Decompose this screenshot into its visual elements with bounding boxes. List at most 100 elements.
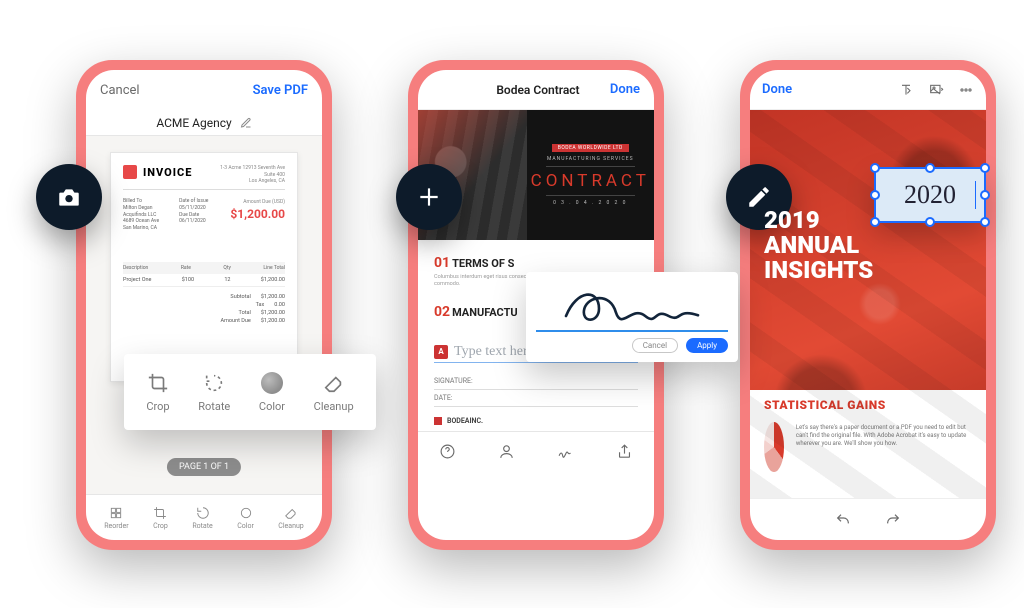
crop-icon xyxy=(147,372,169,394)
profile-button[interactable] xyxy=(498,443,515,464)
date-label: DATE: xyxy=(434,390,638,407)
rotate-icon xyxy=(196,506,210,520)
section-paragraph: Let's say there's a paper document or a … xyxy=(796,424,972,498)
more-icon[interactable] xyxy=(958,82,974,98)
tool-cleanup[interactable]: Cleanup xyxy=(314,372,354,413)
handle-br[interactable] xyxy=(980,217,990,227)
edit-text-selection[interactable]: 2020 xyxy=(874,167,986,223)
bottom-nav: Reorder Crop Rotate Color Cleanup xyxy=(86,494,322,540)
bottom-nav xyxy=(418,431,654,475)
th-total: Line Total xyxy=(263,265,285,271)
help-icon xyxy=(439,443,456,460)
reorder-icon xyxy=(109,506,123,520)
handle-tr[interactable] xyxy=(980,163,990,173)
totals: Subtotal$1,200.00 Tax0.00 Total$1,200.00… xyxy=(123,293,285,325)
signature-apply[interactable]: Apply xyxy=(686,338,728,353)
signature-canvas[interactable] xyxy=(536,280,728,332)
save-pdf-button[interactable]: Save PDF xyxy=(253,83,308,98)
billed-to: Billed To Milton Degan Acquifinds LLC 46… xyxy=(123,198,159,232)
invoice-logo-icon xyxy=(123,165,137,179)
help-button[interactable] xyxy=(439,443,456,464)
color-swatch-icon xyxy=(261,372,283,394)
tool-rotate[interactable]: Rotate xyxy=(198,372,230,413)
done-button[interactable]: Done xyxy=(610,82,640,97)
document-title: ACME Agency xyxy=(156,116,231,130)
share-icon xyxy=(616,443,633,460)
undo-redo-bar xyxy=(750,498,986,540)
brand-mark-icon xyxy=(434,417,442,425)
fab-camera[interactable] xyxy=(36,164,102,230)
image-tool-icon[interactable] xyxy=(928,82,944,98)
nav-cleanup[interactable]: Cleanup xyxy=(278,506,303,530)
nav-rotate[interactable]: Rotate xyxy=(192,506,212,530)
cover-title: 2019 ANNUAL INSIGHTS xyxy=(764,208,873,284)
nav-reorder[interactable]: Reorder xyxy=(104,506,128,530)
section-heading: STATISTICAL GAINS xyxy=(764,398,886,412)
handle-mt[interactable] xyxy=(925,163,935,173)
signature-fields: SIGNATURE: DATE: xyxy=(418,363,654,407)
hero-badge: BODEA WORLDWIDE LTD xyxy=(552,144,629,152)
profile-icon xyxy=(498,443,515,460)
invoice-title: INVOICE xyxy=(143,166,192,179)
th-desc: Description xyxy=(123,265,148,271)
acrobat-icon: A xyxy=(434,345,448,359)
topbar: Done xyxy=(750,70,986,110)
text-tool-icon[interactable] xyxy=(898,82,914,98)
fab-add[interactable] xyxy=(396,164,462,230)
crop-icon xyxy=(153,506,167,520)
color-icon xyxy=(239,506,253,520)
nav-color[interactable]: Color xyxy=(237,506,254,530)
sign-button[interactable] xyxy=(557,443,574,464)
undo-icon[interactable] xyxy=(835,512,851,528)
tool-color[interactable]: Color xyxy=(259,372,285,413)
phone-edit: Done 2019 ANNUAL INSIGHTS STATISTICAL GA… xyxy=(740,60,996,550)
camera-icon xyxy=(56,184,82,210)
company-address: 1-3 Acme 12913 Seventh Ave Suite 400 Los… xyxy=(220,165,285,185)
handle-tl[interactable] xyxy=(870,163,880,173)
edit-text-value: 2020 xyxy=(904,180,956,210)
topbar: Cancel Save PDF xyxy=(86,70,322,110)
cancel-button[interactable]: Cancel xyxy=(100,83,140,98)
hero-date: 0 3 . 0 4 . 2 0 2 0 xyxy=(553,200,627,206)
signature-label: SIGNATURE: xyxy=(434,373,638,390)
sign-icon xyxy=(557,443,574,460)
plus-icon xyxy=(416,184,442,210)
share-button[interactable] xyxy=(616,443,633,464)
table-row: Project One $100 12 $1,200.00 xyxy=(123,274,285,287)
phone-scan: Cancel Save PDF ACME Agency INVOICE 1-3 … xyxy=(76,60,332,550)
nav-crop[interactable]: Crop xyxy=(153,506,168,530)
invoice-page[interactable]: INVOICE 1-3 Acme 12913 Seventh Ave Suite… xyxy=(110,152,298,382)
rename-icon[interactable] xyxy=(240,117,252,129)
signature-cancel[interactable]: Cancel xyxy=(632,338,678,353)
screen: Done 2019 ANNUAL INSIGHTS STATISTICAL GA… xyxy=(750,70,986,540)
redo-icon[interactable] xyxy=(885,512,901,528)
th-rate: Rate xyxy=(181,265,191,271)
cover-bottom: STATISTICAL GAINS Let's say there's a pa… xyxy=(750,390,986,498)
tool-card: Crop Rotate Color Cleanup xyxy=(124,354,376,430)
hero-text: BODEA WORLDWIDE LTD MANUFACTURING SERVIC… xyxy=(527,110,654,240)
handle-mr[interactable] xyxy=(980,190,990,200)
tool-crop[interactable]: Crop xyxy=(146,372,169,413)
brand-footer: BODEAINC. xyxy=(418,407,654,431)
amount-due: $1,200.00 xyxy=(230,207,285,221)
top-right-tools xyxy=(898,82,974,98)
text-placeholder: Type text here xyxy=(454,344,534,360)
signature-stroke xyxy=(557,283,707,327)
eraser-icon xyxy=(284,506,298,520)
handle-mb[interactable] xyxy=(925,217,935,227)
line-items-table: Description Rate Qty Line Total Project … xyxy=(123,262,285,325)
hero-sub: MANUFACTURING SERVICES xyxy=(547,156,634,162)
document-title-bar: ACME Agency xyxy=(86,110,322,136)
document-area: INVOICE 1-3 Acme 12913 Seventh Ave Suite… xyxy=(86,136,322,494)
donut-chart xyxy=(764,422,784,472)
handle-ml[interactable] xyxy=(870,190,880,200)
hero-title: CONTRACT xyxy=(531,171,650,191)
page-indicator: PAGE 1 OF 1 xyxy=(167,458,241,476)
date-of-issue: Date of Issue 05/11/2020 Due Date 06/11/… xyxy=(179,198,208,232)
th-qty: Qty xyxy=(223,265,230,271)
signature-card: Cancel Apply xyxy=(526,272,738,362)
screen: Cancel Save PDF ACME Agency INVOICE 1-3 … xyxy=(86,70,322,540)
eraser-icon xyxy=(323,372,345,394)
done-button[interactable]: Done xyxy=(762,82,792,97)
amount-due-label: Amount Due (USD) xyxy=(243,199,285,205)
